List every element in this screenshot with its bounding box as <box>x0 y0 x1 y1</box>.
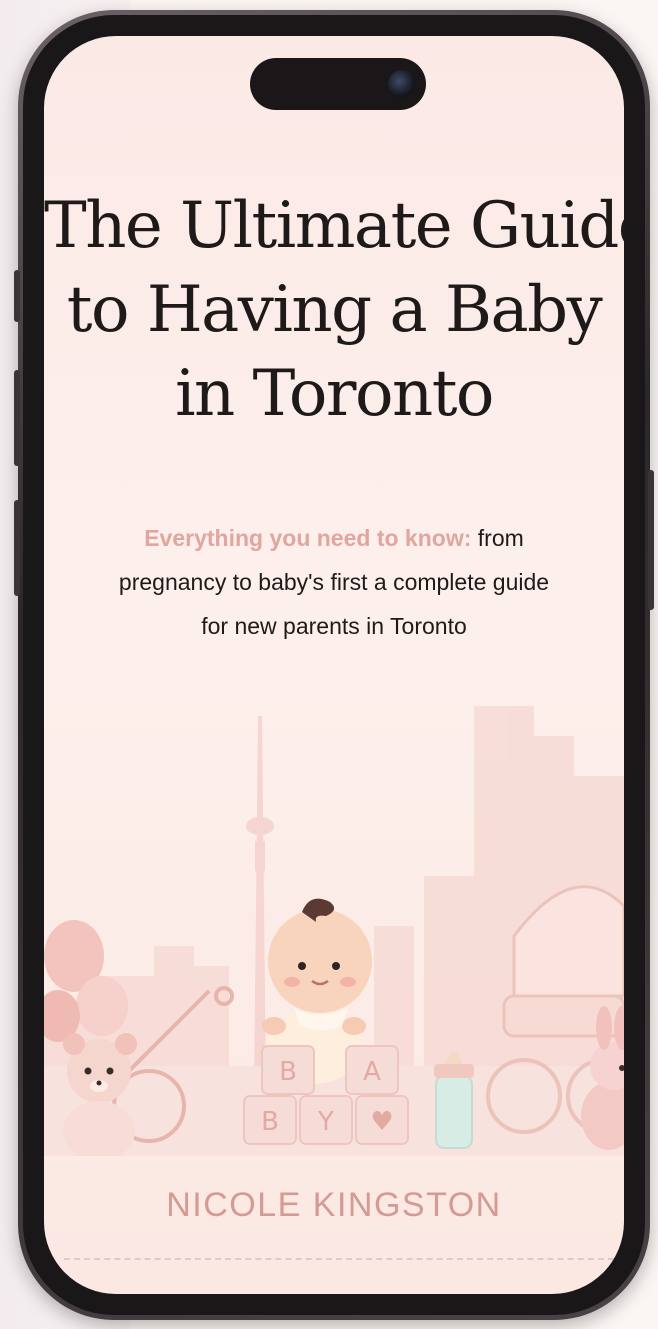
phone-frame: The Ultimate Guide to Having a Baby in T… <box>14 10 654 1320</box>
author-name: NICOLE KINGSTON <box>166 1186 502 1224</box>
block-heart: ♥ <box>370 1107 393 1137</box>
camera-icon <box>388 70 416 98</box>
subtitle-line-1: Everything you need to know: from <box>64 516 604 560</box>
power-button <box>648 470 654 610</box>
block-letter: B <box>261 1107 279 1137</box>
subtitle-line-3: for new parents in Toronto <box>201 613 467 639</box>
dynamic-island <box>250 58 426 110</box>
subtitle-line-2: pregnancy to baby's first a complete gui… <box>118 569 550 595</box>
divider-line <box>64 1258 624 1260</box>
title-line-3: in Toronto <box>175 357 494 431</box>
baby-bottle <box>434 1052 474 1149</box>
title-line-2: to Having a Baby <box>66 273 603 347</box>
volume-down-button <box>14 500 20 596</box>
book-subtitle: Everything you need to know: from pregna… <box>64 516 604 648</box>
volume-up-button <box>14 370 20 466</box>
book-title: The Ultimate Guide to Having a Baby in T… <box>44 184 624 436</box>
title-line-1: The Ultimate Guide <box>44 189 624 263</box>
phone-screen: The Ultimate Guide to Having a Baby in T… <box>44 36 624 1294</box>
subtitle-highlight: Everything you need to know: <box>144 525 472 551</box>
baby-illustration: B A B Y ♥ <box>44 706 624 1156</box>
block-letter: Y <box>317 1107 334 1137</box>
block-letter: B <box>279 1057 297 1087</box>
action-button <box>14 270 20 322</box>
subtitle-text-1: from <box>471 525 524 551</box>
block-letter: A <box>363 1057 381 1087</box>
balloons <box>44 920 128 1042</box>
